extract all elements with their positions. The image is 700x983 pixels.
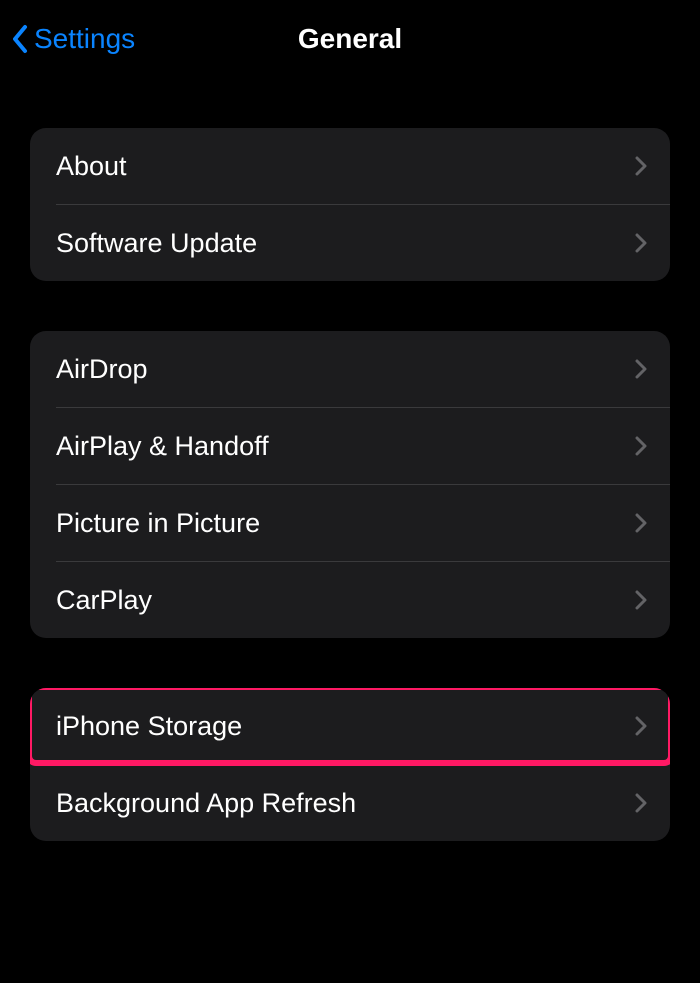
row-airdrop[interactable]: AirDrop xyxy=(30,331,670,407)
row-software-update[interactable]: Software Update xyxy=(30,205,670,281)
row-label: CarPlay xyxy=(56,585,152,616)
row-label: AirPlay & Handoff xyxy=(56,431,269,462)
back-button[interactable]: Settings xyxy=(10,0,135,78)
content-area: About Software Update AirDrop AirPlay & Han… xyxy=(0,78,700,841)
settings-group: About Software Update xyxy=(30,128,670,281)
row-label: Picture in Picture xyxy=(56,508,260,539)
page-title: General xyxy=(298,23,402,55)
chevron-right-icon xyxy=(634,512,648,534)
chevron-left-icon xyxy=(10,23,30,55)
chevron-right-icon xyxy=(634,155,648,177)
settings-group: iPhone Storage Background App Refresh xyxy=(30,688,670,841)
chevron-right-icon xyxy=(634,358,648,380)
chevron-right-icon xyxy=(634,232,648,254)
row-about[interactable]: About xyxy=(30,128,670,204)
row-label: AirDrop xyxy=(56,354,148,385)
row-background-app-refresh[interactable]: Background App Refresh xyxy=(30,765,670,841)
row-carplay[interactable]: CarPlay xyxy=(30,562,670,638)
row-label: iPhone Storage xyxy=(56,711,242,742)
row-label: Software Update xyxy=(56,228,257,259)
row-label: About xyxy=(56,151,127,182)
chevron-right-icon xyxy=(634,435,648,457)
settings-group: AirDrop AirPlay & Handoff Picture in Pictu… xyxy=(30,331,670,638)
row-iphone-storage[interactable]: iPhone Storage xyxy=(30,688,670,764)
chevron-right-icon xyxy=(634,792,648,814)
row-airplay-handoff[interactable]: AirPlay & Handoff xyxy=(30,408,670,484)
row-label: Background App Refresh xyxy=(56,788,356,819)
chevron-right-icon xyxy=(634,715,648,737)
back-label: Settings xyxy=(34,23,135,55)
navigation-bar: Settings General xyxy=(0,0,700,78)
chevron-right-icon xyxy=(634,589,648,611)
row-picture-in-picture[interactable]: Picture in Picture xyxy=(30,485,670,561)
